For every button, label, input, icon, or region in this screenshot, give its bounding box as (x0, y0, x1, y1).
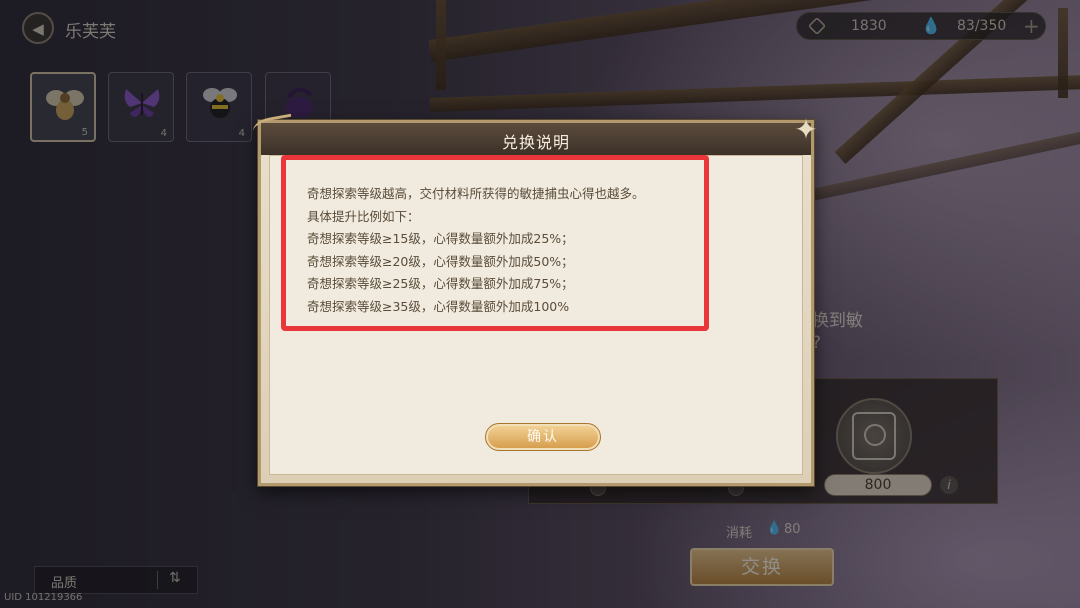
confirm-button[interactable]: 确认 (485, 423, 601, 451)
star-ornament-icon: ✦ (794, 113, 818, 146)
dialog-title: 兑换说明 (501, 133, 570, 152)
highlight-box (281, 155, 709, 331)
dialog-header: 兑换说明 (261, 123, 811, 155)
